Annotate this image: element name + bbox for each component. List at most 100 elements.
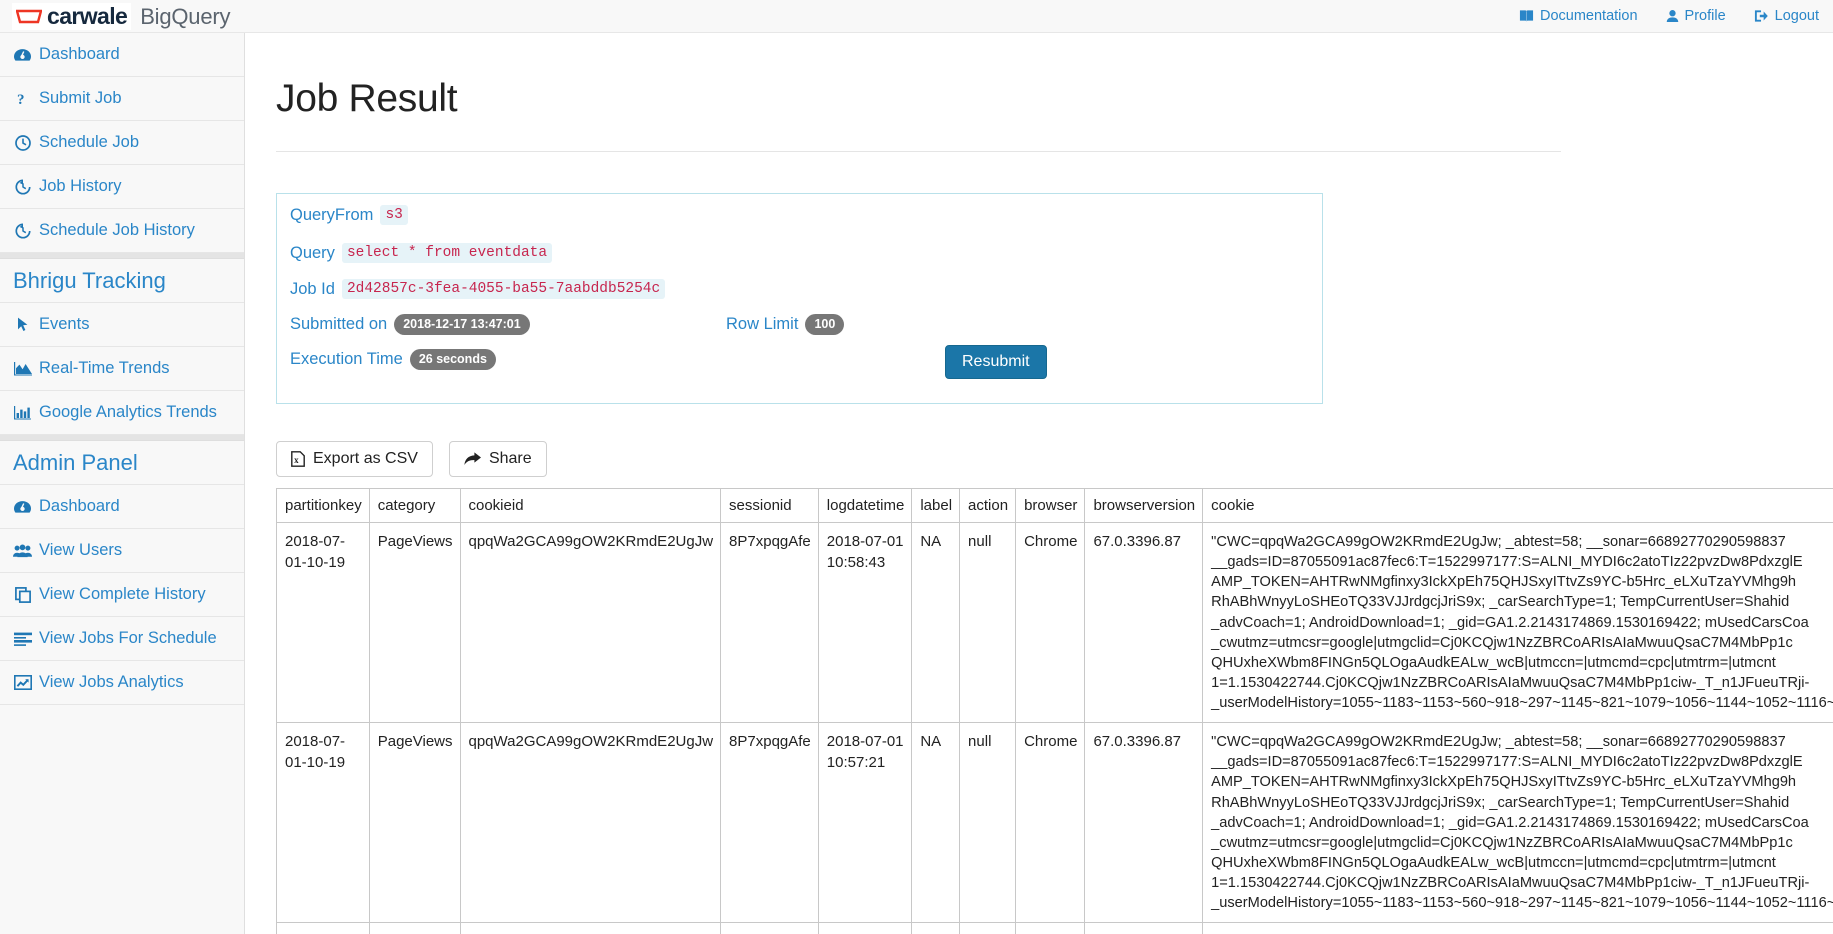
- sidebar-item-admin-dashboard[interactable]: Dashboard: [0, 485, 244, 529]
- query-row: Query select * from eventdata: [290, 243, 553, 263]
- user-icon: [1666, 9, 1679, 23]
- sidebar-item-view-jobs-for-schedule[interactable]: View Jobs For Schedule: [0, 617, 244, 661]
- job-info-panel: QueryFrom s3 Query select * from eventda…: [276, 193, 1323, 404]
- sidebar-item-view-jobs-analytics[interactable]: View Jobs Analytics: [0, 661, 244, 705]
- svg-text:?: ?: [17, 92, 25, 106]
- submitted-on-row: Submitted on 2018-12-17 13:47:01: [290, 314, 530, 335]
- cell-action: null: [959, 922, 1017, 934]
- nav-link-label: Documentation: [1540, 8, 1638, 24]
- sidebar-item-label: Dashboard: [39, 497, 120, 515]
- history-icon: [13, 222, 32, 239]
- execution-time-value: 26 seconds: [409, 349, 496, 370]
- cell-category: PageViews: [368, 722, 461, 924]
- cell-action: null: [959, 521, 1017, 724]
- export-as-csv-button[interactable]: x Export as CSV: [276, 441, 433, 477]
- cell-sessionid: 8P7xpqgAfe: [720, 722, 819, 924]
- share-arrow-icon: [464, 452, 481, 466]
- table-row[interactable]: 2018-07-01-10-19 PageViews qpqWa2GCA99gO…: [276, 922, 1833, 934]
- column-header-action[interactable]: action: [959, 488, 1017, 523]
- sidebar-item-job-history[interactable]: Job History: [0, 165, 244, 209]
- sidebar-item-submit-job[interactable]: ? Submit Job: [0, 77, 244, 121]
- sidebar-item-events[interactable]: Events: [0, 303, 244, 347]
- sidebar-item-label: Job History: [39, 177, 122, 195]
- cell-browser: Chrome: [1015, 922, 1086, 934]
- results-table-head: partitionkey category cookieid sessionid…: [276, 488, 1833, 523]
- nav-link-logout[interactable]: Logout: [1754, 8, 1819, 24]
- sidebar-item-label: Submit Job: [39, 89, 122, 107]
- cell-cookie: "CWC=qpqWa2GCA99gOW2KRmdE2UgJw; _abtest=…: [1202, 722, 1833, 924]
- resubmit-button[interactable]: Resubmit: [945, 345, 1047, 379]
- cell-browser: Chrome: [1015, 722, 1086, 924]
- nav-link-documentation[interactable]: Documentation: [1519, 8, 1638, 24]
- carwale-logo[interactable]: carwale: [12, 2, 132, 30]
- cell-label: NA: [911, 521, 961, 724]
- dashboard-icon: [13, 48, 32, 62]
- cell-cookieid: qpqWa2GCA99gOW2KRmdE2UgJw: [459, 521, 722, 724]
- column-header-partitionkey[interactable]: partitionkey: [276, 488, 370, 523]
- cell-cookieid: qpqWa2GCA99gOW2KRmdE2UgJw: [459, 922, 722, 934]
- sidebar-item-schedule-job-history[interactable]: Schedule Job History: [0, 209, 244, 253]
- sidebar-heading-bhrigu-tracking: Bhrigu Tracking: [0, 259, 244, 303]
- cell-sessionid: 8P7xpqgAfe: [720, 521, 819, 724]
- bar-chart-icon: [13, 405, 32, 420]
- query-from-label: QueryFrom: [290, 205, 374, 224]
- copy-icon: [13, 586, 32, 603]
- column-header-browser[interactable]: browser: [1015, 488, 1086, 523]
- cell-cookieid: qpqWa2GCA99gOW2KRmdE2UgJw: [459, 722, 722, 924]
- sidebar-item-schedule-job[interactable]: Schedule Job: [0, 121, 244, 165]
- column-header-category[interactable]: category: [368, 488, 461, 523]
- sidebar-item-label: Dashboard: [39, 45, 120, 63]
- brand[interactable]: carwale BigQuery: [0, 2, 231, 30]
- column-header-cookieid[interactable]: cookieid: [459, 488, 722, 523]
- main-content: Job Result QueryFrom s3 Query select * f…: [246, 33, 1833, 934]
- cell-partitionkey: 2018-07-01-10-19: [276, 722, 370, 924]
- sidebar-item-view-complete-history[interactable]: View Complete History: [0, 573, 244, 617]
- query-from-row: QueryFrom s3: [290, 205, 408, 225]
- sidebar-item-label: Events: [39, 315, 90, 333]
- share-button[interactable]: Share: [448, 441, 547, 477]
- nav-link-profile[interactable]: Profile: [1666, 8, 1726, 24]
- sidebar-item-dashboard[interactable]: Dashboard: [0, 33, 244, 77]
- cell-cookie: "CWC=qpqWa2GCA99gOW2KRmdE2UgJw; _abtest=…: [1202, 521, 1833, 724]
- clock-icon: [13, 134, 32, 151]
- column-header-cookie[interactable]: cookie: [1202, 488, 1833, 523]
- table-row[interactable]: 2018-07-01-10-19 PageViews qpqWa2GCA99gO…: [276, 521, 1833, 724]
- history-icon: [13, 178, 32, 195]
- share-label: Share: [488, 450, 532, 467]
- cell-browserversion: 67.0.3396.87: [1084, 922, 1204, 934]
- sidebar-item-google-analytics-trends[interactable]: Google Analytics Trends: [0, 391, 244, 435]
- job-id-row: Job Id 2d42857c-3fea-4055-ba55-7aabddb52…: [290, 279, 666, 299]
- column-header-logdatetime[interactable]: logdatetime: [817, 488, 913, 523]
- submitted-on-value: 2018-12-17 13:47:01: [394, 314, 530, 335]
- column-header-browserversion[interactable]: browserversion: [1084, 488, 1204, 523]
- results-toolbar: x Export as CSV Share: [276, 441, 547, 477]
- nav-link-label: Logout: [1774, 8, 1819, 24]
- cell-sessionid: 8P7xpqgAfe: [720, 922, 819, 934]
- table-row[interactable]: 2018-07-01-10-19 PageViews qpqWa2GCA99gO…: [276, 722, 1833, 924]
- list-icon: [13, 632, 32, 646]
- file-excel-icon: x: [291, 451, 305, 467]
- cell-category: PageViews: [368, 521, 461, 724]
- query-from-value: s3: [380, 205, 408, 225]
- cell-browserversion: 67.0.3396.87: [1084, 722, 1204, 924]
- line-chart-icon: [13, 675, 32, 690]
- nav-link-label: Profile: [1684, 8, 1726, 24]
- sidebar-item-real-time-trends[interactable]: Real-Time Trends: [0, 347, 244, 391]
- sidebar-item-view-users[interactable]: View Users: [0, 529, 244, 573]
- sidebar-item-label: Google Analytics Trends: [39, 403, 217, 421]
- execution-time-row: Execution Time 26 seconds: [290, 349, 496, 370]
- cell-partitionkey: 2018-07-01-10-19: [276, 521, 370, 724]
- question-icon: ?: [13, 91, 32, 106]
- sidebar-item-label: View Complete History: [39, 585, 206, 603]
- column-header-sessionid[interactable]: sessionid: [720, 488, 819, 523]
- top-navbar: carwale BigQuery Documentation Profile L…: [0, 0, 1833, 33]
- results-table-body: 2018-07-01-10-19 PageViews qpqWa2GCA99gO…: [276, 521, 1833, 934]
- submitted-on-label: Submitted on: [290, 315, 388, 333]
- results-table-container[interactable]: partitionkey category cookieid sessionid…: [276, 488, 1833, 934]
- sidebar-item-label: View Jobs For Schedule: [39, 629, 217, 647]
- column-header-label[interactable]: label: [911, 488, 961, 523]
- cell-action: null: [959, 722, 1017, 924]
- sidebar-item-label: Schedule Job: [39, 133, 139, 151]
- sidebar-heading-admin-panel: Admin Panel: [0, 441, 244, 485]
- cell-category: PageViews: [368, 922, 461, 934]
